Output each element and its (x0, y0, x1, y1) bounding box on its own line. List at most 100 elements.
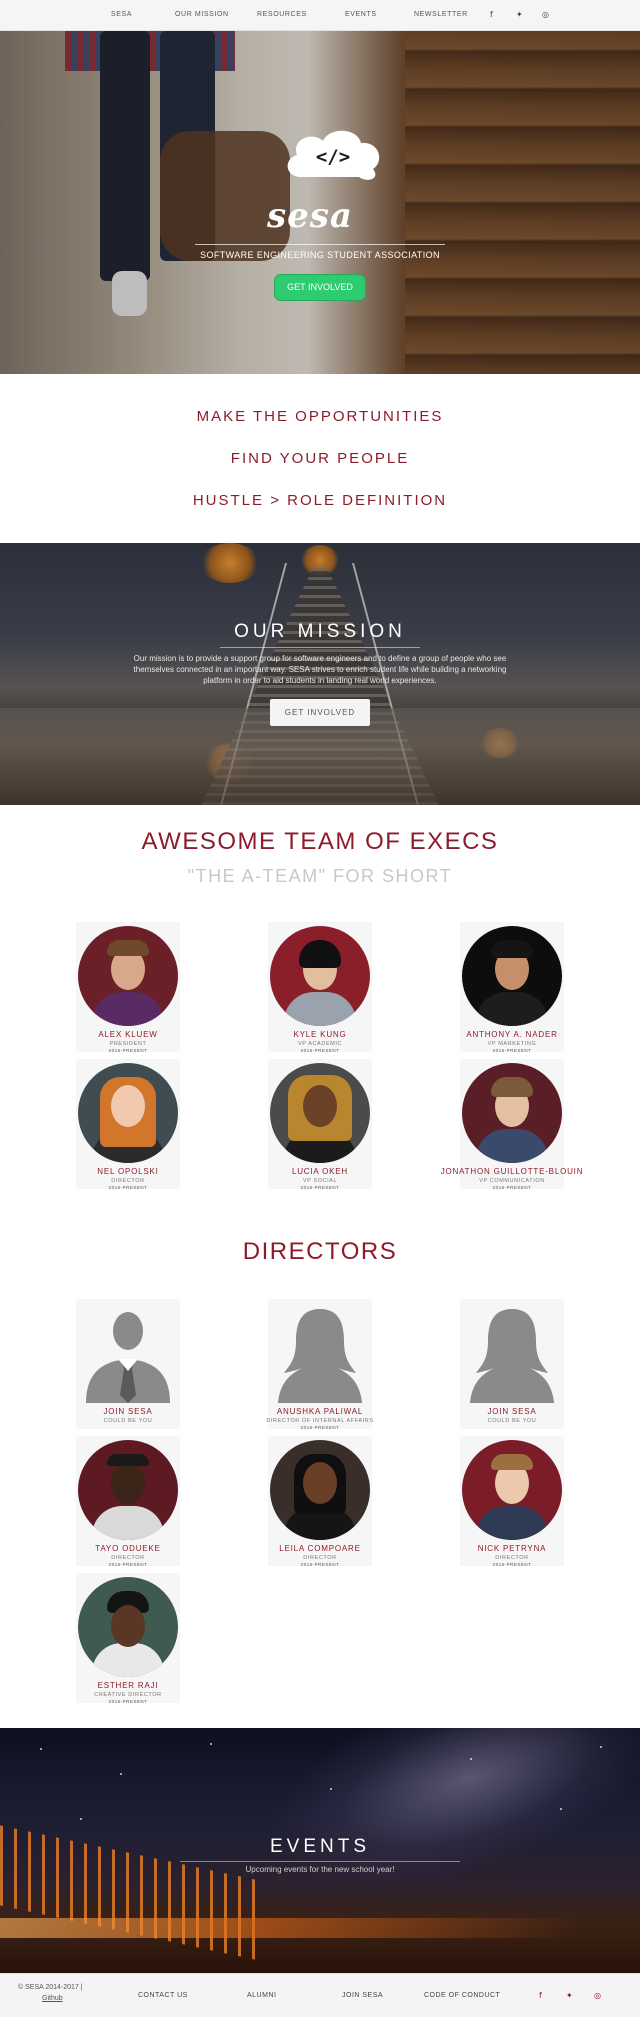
director-role: CREATIVE DIRECTOR (94, 1692, 162, 1698)
director-name[interactable]: LEILA COMPOARE (260, 1544, 380, 1553)
director-name[interactable]: ANUSHKA PALIWAL (260, 1407, 380, 1416)
director-years: 2016-PRESENT (300, 1562, 340, 1567)
director-role: DIRECTOR (495, 1555, 529, 1561)
twitter-icon[interactable]: ✦ (516, 10, 523, 19)
exec-card[interactable]: JONATHON GUILLOTTE-BLOUIN VP COMMUNICATI… (432, 1059, 592, 1191)
instagram-icon[interactable]: ◎ (542, 10, 549, 19)
logo-code-text: </> (316, 146, 350, 168)
exec-name[interactable]: NEL OPOLSKI (68, 1167, 188, 1176)
nav-link-sesa[interactable]: SESA (111, 11, 132, 18)
sesa-logo-cloud-icon: </> (287, 130, 380, 180)
hero-subtitle: SOFTWARE ENGINEERING STUDENT ASSOCIATION (200, 250, 440, 260)
mission-title: OUR MISSION (234, 621, 406, 642)
footer-link-code-of-conduct[interactable]: CODE OF CONDUCT (424, 1992, 500, 1999)
exec-card[interactable]: ALEX KLUEW PRESIDENT 2016-PRESENT (68, 922, 188, 1054)
nav-link-our-mission[interactable]: OUR MISSION (175, 11, 229, 18)
director-name[interactable]: TAYO ODUEKE (68, 1544, 188, 1553)
footer: © SESA 2014-2017 | Github CONTACT US ALU… (0, 1973, 640, 2017)
avatar (462, 926, 562, 1026)
nav-link-resources[interactable]: RESOURCES (257, 11, 307, 18)
exec-card[interactable]: KYLE KUNG VP ACADEMIC 2016-PRESENT (260, 922, 380, 1054)
facebook-icon[interactable]: f (490, 10, 493, 19)
exec-role: VP SOCIAL (302, 1178, 338, 1184)
events-divider (180, 1861, 460, 1862)
execs-title: AWESOME TEAM OF EXECS (141, 828, 499, 855)
footer-link-alumni[interactable]: ALUMNI (247, 1992, 276, 1999)
execs-subtitle: "THE A-TEAM" FOR SHORT (187, 866, 453, 886)
directors-title: DIRECTORS (242, 1238, 398, 1265)
exec-name[interactable]: LUCIA OKEH (260, 1167, 380, 1176)
director-years: 2016-PRESENT (492, 1562, 532, 1567)
director-role: DIRECTOR (303, 1555, 337, 1561)
exec-name[interactable]: JONATHON GUILLOTTE-BLOUIN (432, 1167, 592, 1176)
twitter-icon[interactable]: ✦ (566, 1991, 573, 2000)
exec-name[interactable]: KYLE KUNG (260, 1030, 380, 1039)
exec-role: VP ACADEMIC (297, 1041, 343, 1047)
logo-wordmark: sesa (267, 196, 353, 236)
exec-role: VP MARKETING (487, 1041, 537, 1047)
tagline-2: FIND YOUR PEOPLE (230, 450, 410, 467)
director-card[interactable]: NICK PETRYNA DIRECTOR 2016-PRESENT (452, 1436, 572, 1568)
copyright-text: © SESA 2014-2017 | (18, 1984, 83, 1991)
mission-text: Our mission is to provide a support grou… (133, 654, 507, 685)
hero-banner: </> sesa SOFTWARE ENGINEERING STUDENT AS… (0, 31, 640, 374)
avatar (270, 926, 370, 1026)
director-name[interactable]: JOIN SESA (452, 1407, 572, 1416)
exec-name[interactable]: ALEX KLUEW (68, 1030, 188, 1039)
director-years: 2016-PRESENT (108, 1562, 148, 1567)
female-silhouette-icon (278, 1309, 362, 1403)
events-subtitle: Upcoming events for the new school year! (245, 1865, 395, 1874)
avatar (78, 926, 178, 1026)
director-card[interactable]: ESTHER RAJI CREATIVE DIRECTOR 2016-PRESE… (68, 1573, 188, 1705)
mission-divider (220, 647, 420, 648)
director-years: 2016-PRESENT (300, 1425, 340, 1430)
nav-link-newsletter[interactable]: NEWSLETTER (414, 11, 468, 18)
director-name[interactable]: JOIN SESA (68, 1407, 188, 1416)
avatar (78, 1577, 178, 1677)
hero-divider (195, 244, 445, 245)
avatar (462, 1063, 562, 1163)
tagline-3: HUSTLE > ROLE DEFINITION (192, 492, 448, 509)
exec-card[interactable]: LUCIA OKEH VP SOCIAL 2016-PRESENT (260, 1059, 380, 1191)
director-role: COULD BE YOU (487, 1418, 537, 1424)
avatar (270, 1063, 370, 1163)
milky-way-image (242, 1728, 640, 1929)
director-card[interactable]: LEILA COMPOARE DIRECTOR 2016-PRESENT (260, 1436, 380, 1568)
top-navbar: SESA OUR MISSION RESOURCES EVENTS NEWSLE… (0, 0, 640, 31)
director-card[interactable]: TAYO ODUEKE DIRECTOR 2016-PRESENT (68, 1436, 188, 1568)
director-card[interactable]: ANUSHKA PALIWAL DIRECTOR OF INTERNAL AFF… (260, 1299, 380, 1431)
exec-role: PRESIDENT (109, 1041, 147, 1047)
avatar (78, 1440, 178, 1540)
director-card[interactable]: JOIN SESA COULD BE YOU (68, 1299, 188, 1431)
director-card[interactable]: JOIN SESA COULD BE YOU (452, 1299, 572, 1431)
tagline-1: MAKE THE OPPORTUNITIES (196, 408, 444, 425)
footer-link-contact[interactable]: CONTACT US (138, 1992, 188, 1999)
get-involved-button[interactable]: GET INVOLVED (274, 274, 366, 301)
avatar (78, 1063, 178, 1163)
instagram-icon[interactable]: ◎ (594, 1991, 601, 2000)
events-section: EVENTS Upcoming events for the new schoo… (0, 1728, 640, 1973)
director-role: COULD BE YOU (103, 1418, 153, 1424)
nav-link-events[interactable]: EVENTS (345, 11, 377, 18)
exec-card[interactable]: ANTHONY A. NADER VP MARKETING 2016-PRESE… (452, 922, 572, 1054)
github-link[interactable]: Github (42, 1995, 63, 2002)
female-silhouette-icon (470, 1309, 554, 1403)
facebook-icon[interactable]: f (539, 1991, 542, 2000)
footer-link-join[interactable]: JOIN SESA (342, 1992, 383, 1999)
exec-card[interactable]: NEL OPOLSKI DIRECTOR 2016-PRESENT (68, 1059, 188, 1191)
mission-get-involved-button[interactable]: GET INVOLVED (270, 699, 370, 726)
exec-years: 2016-PRESENT (108, 1185, 148, 1190)
director-name[interactable]: ESTHER RAJI (68, 1681, 188, 1690)
mission-section: OUR MISSION Our mission is to provide a … (0, 543, 640, 805)
exec-name[interactable]: ANTHONY A. NADER (452, 1030, 572, 1039)
director-role: DIRECTOR OF INTERNAL AFFAIRS (266, 1418, 374, 1424)
events-title: EVENTS (269, 1836, 371, 1857)
director-name[interactable]: NICK PETRYNA (452, 1544, 572, 1553)
exec-role: VP COMMUNICATION (479, 1178, 545, 1184)
director-years: 2016-PRESENT (108, 1699, 148, 1704)
exec-years: 2016-PRESENT (108, 1048, 148, 1053)
male-silhouette-icon (86, 1312, 170, 1403)
exec-years: 2016-PRESENT (300, 1048, 340, 1053)
avatar (270, 1440, 370, 1540)
director-role: DIRECTOR (111, 1555, 145, 1561)
